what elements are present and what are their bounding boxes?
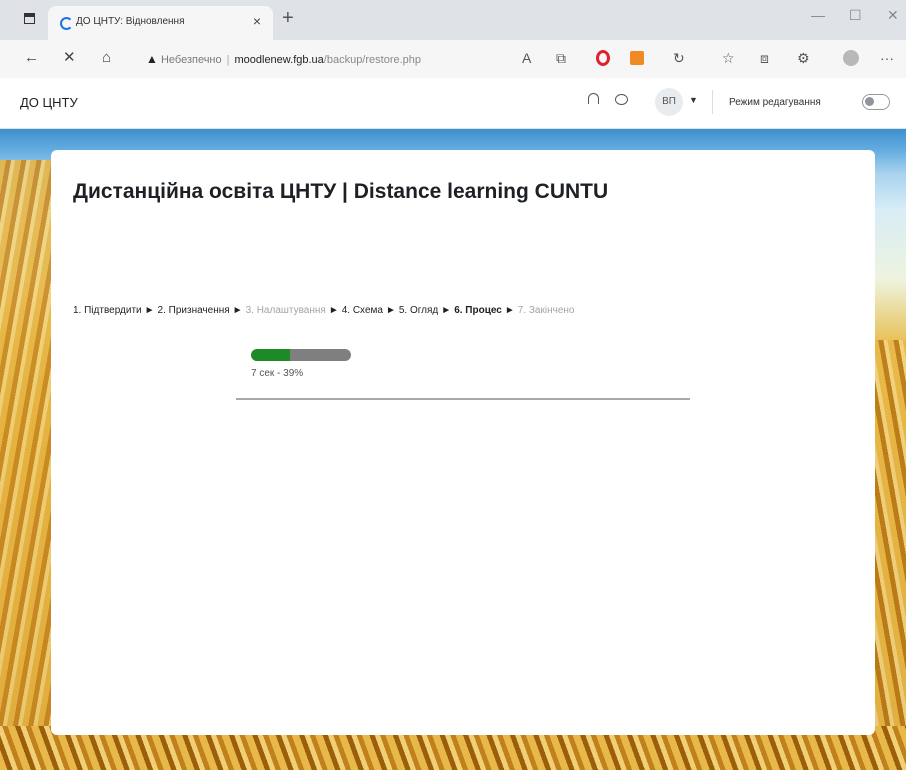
- main-content-card: Дистанційна освіта ЦНТУ | Distance learn…: [51, 150, 875, 735]
- edit-mode-toggle[interactable]: [862, 94, 890, 110]
- wheat-decoration-left: [0, 160, 58, 750]
- warning-triangle-icon: ▲: [146, 52, 158, 66]
- url-path: /backup/restore.php: [323, 54, 422, 66]
- more-icon[interactable]: ···: [880, 50, 894, 66]
- profile-icon[interactable]: [843, 50, 859, 66]
- maximize-button[interactable]: ☐: [849, 8, 862, 22]
- url-separator: |: [226, 54, 230, 66]
- favorites-icon[interactable]: ☆: [722, 50, 735, 66]
- progress-status-text: 7 сек - 39%: [251, 368, 304, 379]
- stage-4: 4. Схема: [341, 305, 383, 316]
- wheat-decoration-right: [870, 340, 906, 760]
- navbar-divider: [712, 90, 713, 114]
- refresh-icon[interactable]: ↻: [673, 50, 685, 66]
- url-host: moodlenew.fgb.ua: [234, 54, 324, 66]
- stage-7: 7. Закінчено: [517, 305, 575, 316]
- stage-6: 6. Процес: [454, 305, 502, 316]
- close-window-button[interactable]: ✕: [887, 8, 899, 22]
- browser-tab[interactable]: ДО ЦНТУ: Відновлення ×: [48, 6, 273, 40]
- minimize-button[interactable]: —: [811, 8, 825, 22]
- notifications-bell-icon[interactable]: [588, 93, 599, 104]
- site-name-link[interactable]: ДО ЦНТУ: [20, 95, 78, 110]
- stage-arrow-icon: ►: [441, 305, 452, 316]
- site-navbar: ДО ЦНТУ ВП ▼ Режим редагування: [0, 78, 906, 129]
- tab-search-icon[interactable]: ⧉: [556, 50, 566, 66]
- browser-address-bar: ← ✕ ⌂ ▲ Небезпечно | moodlenew.fgb.ua/back…: [0, 40, 906, 79]
- read-aloud-icon[interactable]: A: [522, 50, 531, 66]
- restore-stages-breadcrumb: 1. Підтвердити ► 2. Призначення ► 3. Налашту…: [73, 305, 574, 316]
- stage-arrow-icon: ►: [328, 305, 339, 316]
- tab-actions-icon[interactable]: [24, 13, 35, 24]
- stage-arrow-icon: ►: [385, 305, 396, 316]
- chevron-down-icon[interactable]: ▼: [689, 95, 698, 105]
- stage-arrow-icon: ►: [232, 305, 243, 316]
- new-tab-button[interactable]: +: [282, 8, 294, 28]
- collections-icon[interactable]: ⧈: [760, 50, 769, 66]
- stage-1: 1. Підтвердити: [73, 305, 142, 316]
- user-avatar[interactable]: ВП: [655, 88, 683, 116]
- url-field[interactable]: ▲ Небезпечно | moodlenew.fgb.ua/backup/res…: [146, 46, 506, 72]
- stage-arrow-icon: ►: [504, 305, 515, 316]
- stage-3: 3. Налаштування: [245, 305, 326, 316]
- stage-5: 5. Огляд: [398, 305, 439, 316]
- edit-mode-label: Режим редагування: [729, 97, 821, 108]
- loading-spinner-icon: [60, 17, 73, 30]
- settings-icon[interactable]: ⚙: [797, 50, 810, 66]
- restore-progress-bar: [251, 349, 351, 361]
- home-icon[interactable]: ⌂: [102, 50, 111, 66]
- progress-bar-fill: [251, 349, 290, 361]
- extension-icon[interactable]: [630, 51, 644, 65]
- messages-chat-icon[interactable]: [615, 94, 628, 105]
- toggle-knob: [865, 97, 874, 106]
- stage-2: 2. Призначення: [157, 305, 230, 316]
- page-title: Дистанційна освіта ЦНТУ | Distance learn…: [73, 180, 609, 203]
- opera-icon[interactable]: [596, 50, 610, 66]
- stop-loading-icon[interactable]: ✕: [63, 50, 76, 66]
- security-label: Небезпечно: [160, 54, 222, 66]
- tab-close-button[interactable]: ×: [253, 14, 261, 28]
- progress-divider: [236, 398, 690, 400]
- stage-arrow-icon: ►: [144, 305, 155, 316]
- back-arrow-icon[interactable]: ←: [24, 50, 39, 66]
- browser-tab-bar: ДО ЦНТУ: Відновлення × + — ☐ ✕: [0, 0, 906, 40]
- tab-title: ДО ЦНТУ: Відновлення: [76, 16, 185, 27]
